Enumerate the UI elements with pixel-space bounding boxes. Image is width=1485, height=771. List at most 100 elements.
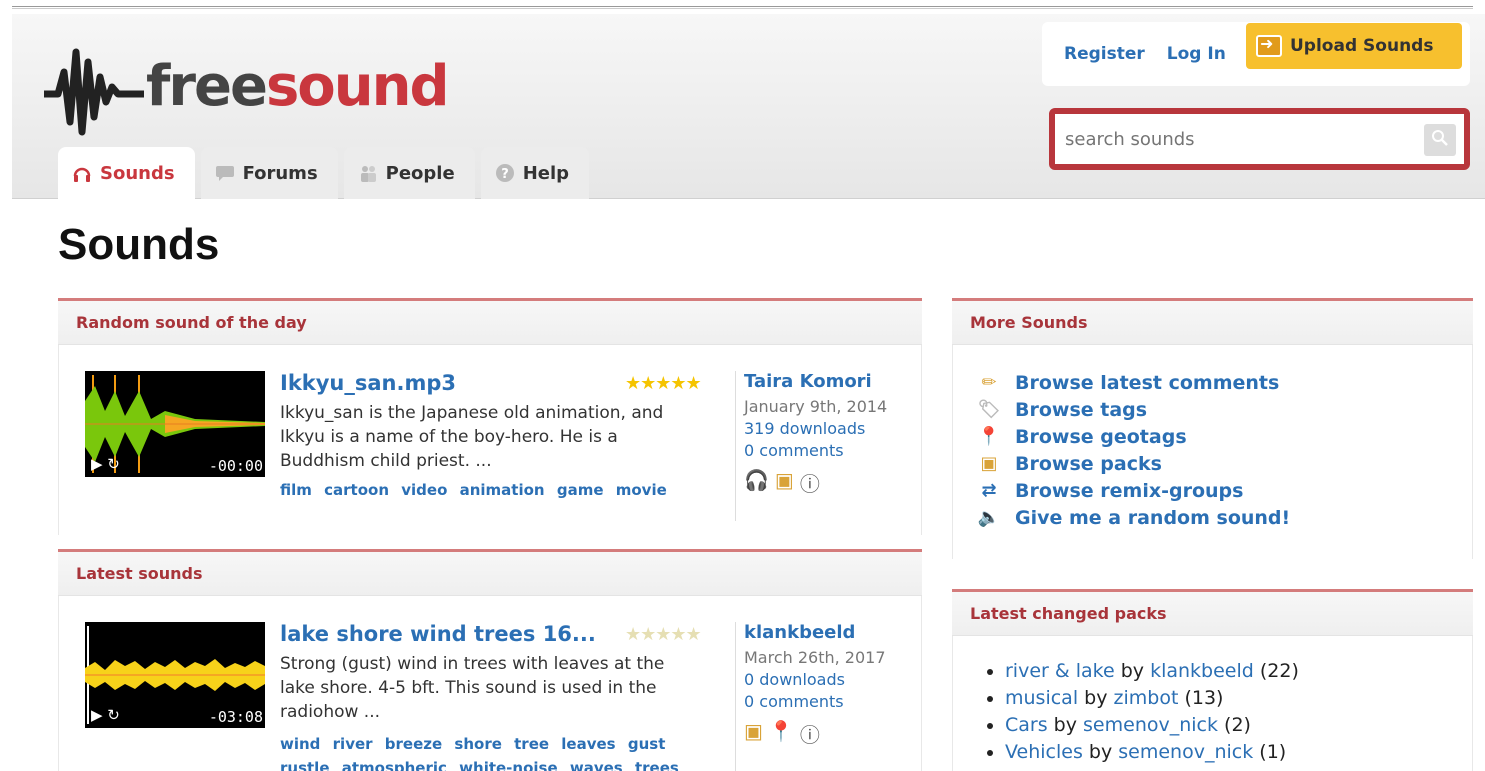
pack-link[interactable]: river & lake bbox=[1005, 660, 1115, 682]
sound-icons: ▣ 📍 ⓘ bbox=[744, 719, 905, 748]
register-link[interactable]: Register bbox=[1064, 44, 1145, 64]
sound-player[interactable]: ▶ ↻ -00:00 bbox=[85, 371, 265, 477]
sound-tags: film cartoon video animation game movie bbox=[280, 481, 671, 499]
upload-sounds-button[interactable]: Upload Sounds bbox=[1246, 23, 1462, 69]
link-label: Give me a random sound! bbox=[1015, 506, 1291, 529]
sound-icons: 🎧 ▣ ⓘ bbox=[744, 468, 905, 497]
sound-item: ▶ ↻ -00:00 Ikkyu_san.mp3 ★★★★★ Ikkyu_san… bbox=[85, 371, 925, 531]
latest-packs-box: Latest changed packs river & lake by kla… bbox=[952, 589, 1473, 771]
packs-list: river & lake by klankbeeld (22) musical … bbox=[953, 636, 1472, 766]
tag-link[interactable]: movie bbox=[616, 481, 667, 499]
link-label: Browse latest comments bbox=[1015, 371, 1280, 394]
play-icon[interactable]: ▶ ↻ bbox=[91, 455, 120, 473]
top-rule bbox=[12, 6, 1473, 9]
tag-link[interactable]: game bbox=[557, 481, 604, 499]
latest-packs-heading: Latest changed packs bbox=[952, 592, 1473, 636]
search-input[interactable] bbox=[1065, 124, 1425, 154]
sound-title[interactable]: Ikkyu_san.mp3 bbox=[280, 371, 456, 395]
player-time: -00:00 bbox=[208, 457, 263, 475]
pack-link[interactable]: musical bbox=[1005, 687, 1078, 709]
pack-icon[interactable]: ▣ bbox=[744, 719, 763, 748]
link-label: Browse remix-groups bbox=[1015, 479, 1244, 502]
by-label: by bbox=[1084, 687, 1108, 709]
login-link[interactable]: Log In bbox=[1167, 44, 1226, 64]
latest-sounds-heading: Latest sounds bbox=[58, 552, 922, 596]
remix-download-icon[interactable]: 🎧 bbox=[744, 468, 769, 497]
browse-comments-link[interactable]: ✏ Browse latest comments bbox=[977, 369, 1472, 396]
account-bar: Register Log In Upload Sounds bbox=[1042, 22, 1470, 86]
pack-user-link[interactable]: semenov_nick bbox=[1118, 741, 1253, 763]
random-sound-link[interactable]: 🔈 Give me a random sound! bbox=[977, 504, 1472, 531]
browse-remix-groups-link[interactable]: ⇄ Browse remix-groups bbox=[977, 477, 1472, 504]
link-label: Browse tags bbox=[1015, 398, 1148, 421]
rating-stars[interactable]: ★★★★★ bbox=[625, 624, 702, 645]
remix-icon: ⇄ bbox=[981, 480, 997, 501]
waveform-logo-icon bbox=[44, 48, 144, 136]
pack-count: (2) bbox=[1224, 714, 1251, 736]
sound-player[interactable]: ▶ ↻ -03:08 bbox=[85, 622, 265, 728]
comments-link[interactable]: 0 comments bbox=[744, 691, 905, 713]
browse-packs-link[interactable]: ▣ Browse packs bbox=[977, 450, 1472, 477]
browse-tags-link[interactable]: 🏷 Browse tags bbox=[977, 396, 1472, 423]
tag-link[interactable]: river bbox=[333, 735, 373, 753]
tag-link[interactable]: white-noise bbox=[459, 759, 557, 771]
tag-link[interactable]: gust bbox=[628, 735, 666, 753]
sound-user-link[interactable]: klankbeeld bbox=[744, 622, 905, 643]
tab-sounds-label: Sounds bbox=[100, 162, 175, 184]
tag-link[interactable]: leaves bbox=[561, 735, 615, 753]
link-label: Browse packs bbox=[1015, 452, 1162, 475]
page-title: Sounds bbox=[58, 220, 220, 269]
tag-link[interactable]: cartoon bbox=[324, 481, 389, 499]
map-pin-icon: 📍 bbox=[977, 426, 1001, 447]
info-icon[interactable]: ⓘ bbox=[800, 468, 820, 497]
sound-tags: wind river breeze shore tree leaves gust… bbox=[280, 732, 710, 771]
tag-link[interactable]: wind bbox=[280, 735, 320, 753]
logo-wordmark: freesound bbox=[146, 54, 450, 119]
tag-link[interactable]: atmospheric bbox=[342, 759, 447, 771]
comments-link[interactable]: 0 comments bbox=[744, 440, 905, 462]
tab-forums-label: Forums bbox=[242, 162, 318, 184]
tab-forums[interactable]: Forums bbox=[200, 147, 338, 199]
tag-link[interactable]: video bbox=[401, 481, 447, 499]
link-label: Browse geotags bbox=[1015, 425, 1187, 448]
pack-link[interactable]: Vehicles bbox=[1005, 741, 1083, 763]
rating-stars[interactable]: ★★★★★ bbox=[625, 373, 702, 394]
map-pin-icon[interactable]: 📍 bbox=[769, 719, 794, 748]
tab-people[interactable]: People bbox=[343, 147, 475, 199]
people-icon bbox=[358, 163, 378, 183]
tab-help[interactable]: ? Help bbox=[480, 147, 590, 199]
pack-list-item: musical by zimbot (13) bbox=[1005, 685, 1472, 712]
sound-title[interactable]: lake shore wind trees 16... bbox=[280, 622, 596, 646]
tag-link[interactable]: waves bbox=[570, 759, 623, 771]
freesound-logo[interactable]: freesound bbox=[44, 32, 450, 142]
pack-icon[interactable]: ▣ bbox=[775, 468, 794, 497]
play-icon[interactable]: ▶ ↻ bbox=[91, 706, 120, 724]
downloads-link[interactable]: 319 downloads bbox=[744, 418, 905, 440]
pack-user-link[interactable]: zimbot bbox=[1114, 687, 1179, 709]
tag-link[interactable]: trees bbox=[635, 759, 679, 771]
headphones-icon bbox=[72, 163, 92, 183]
pack-count: (1) bbox=[1259, 741, 1287, 763]
player-time: -03:08 bbox=[208, 708, 263, 726]
tab-sounds[interactable]: Sounds bbox=[58, 147, 195, 199]
more-sounds-list: ✏ Browse latest comments 🏷 Browse tags 📍… bbox=[953, 345, 1472, 531]
tag-link[interactable]: film bbox=[280, 481, 312, 499]
tag-link[interactable]: animation bbox=[460, 481, 545, 499]
pack-user-link[interactable]: klankbeeld bbox=[1150, 660, 1254, 682]
tag-link[interactable]: rustle bbox=[280, 759, 330, 771]
pack-user-link[interactable]: semenov_nick bbox=[1083, 714, 1218, 736]
tag-link[interactable]: shore bbox=[454, 735, 501, 753]
tag-link[interactable]: tree bbox=[514, 735, 549, 753]
downloads-link[interactable]: 0 downloads bbox=[744, 669, 905, 691]
info-icon[interactable]: ⓘ bbox=[800, 719, 820, 748]
browse-geotags-link[interactable]: 📍 Browse geotags bbox=[977, 423, 1472, 450]
sound-user-link[interactable]: Taira Komori bbox=[744, 371, 905, 392]
tab-help-label: Help bbox=[522, 162, 570, 184]
speaker-icon: 🔈 bbox=[977, 507, 1001, 528]
search-button[interactable] bbox=[1424, 124, 1456, 156]
pack-link[interactable]: Cars bbox=[1005, 714, 1048, 736]
tab-people-label: People bbox=[385, 162, 455, 184]
tag-link[interactable]: breeze bbox=[385, 735, 442, 753]
search-box bbox=[1049, 108, 1470, 170]
sound-date: January 9th, 2014 bbox=[744, 397, 888, 416]
